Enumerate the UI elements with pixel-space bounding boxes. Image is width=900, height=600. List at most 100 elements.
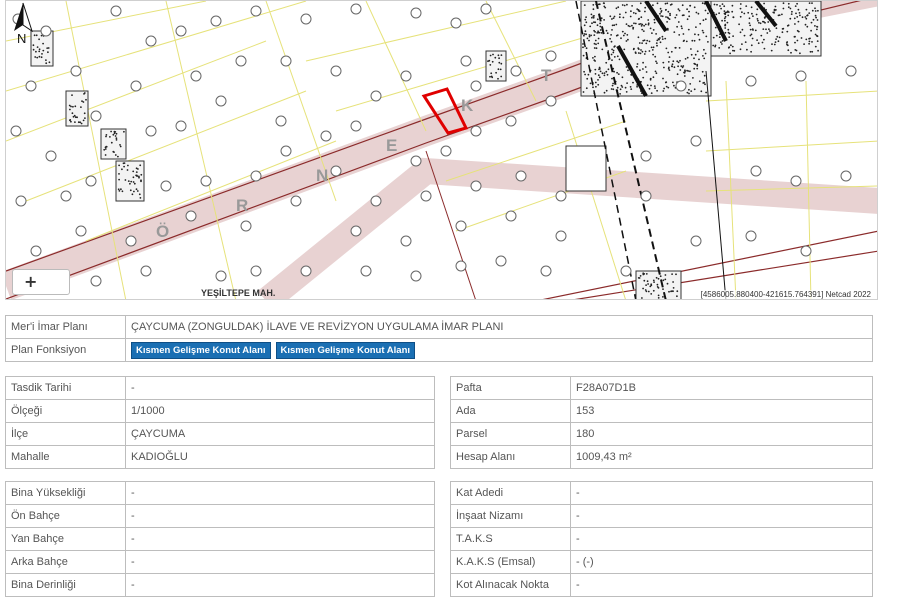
building-dot [721,40,724,42]
building-dot [42,42,44,45]
building-dot [781,13,783,16]
building-dot [682,33,685,35]
row-label: Mahalle [5,445,126,469]
building-dot [751,12,753,15]
parcel-marker [15,195,27,207]
building-dot [791,10,793,13]
building-dot [809,50,812,53]
building-dot [674,16,677,19]
building-dot [763,16,766,19]
building-dot [636,85,638,88]
building-dot [646,84,649,87]
building-dot [673,66,676,69]
building-dot [603,5,606,8]
parcel-marker [370,195,382,207]
building-dot [611,48,613,51]
building-dot [603,91,606,94]
parcel-marker [300,13,312,25]
building-dot [597,79,599,81]
building-dot [585,21,588,24]
building-dot [657,277,660,280]
building-dot [698,38,701,41]
building-dot [84,117,86,119]
building-dot [728,32,731,35]
building-dot [664,278,667,281]
building-dot [690,53,693,56]
zoom-in-button[interactable]: + [12,269,70,295]
building-dot [583,70,585,73]
building-dot [718,36,721,38]
street-letter: R [236,196,248,215]
building-dot [686,18,689,21]
building-dot [672,81,674,84]
row-value: - [570,481,873,505]
building-dot [599,70,602,73]
parcel-marker [210,15,222,27]
building-dot [648,87,651,90]
building-dot [494,56,497,59]
building-dot [610,34,612,36]
table-row: Pafta F28A07D1B [450,376,873,400]
building-dot [642,76,645,79]
building-dot [630,88,633,90]
building-dot [789,17,792,20]
building-dot [750,44,753,47]
building-dot [132,170,135,173]
parcel-marker [130,80,142,92]
building-dot [692,77,694,79]
function-badge[interactable]: Kısmen Gelişme Konut Alanı [275,341,416,359]
building-dot [611,59,613,61]
building-dot [600,32,603,34]
building-dot [118,178,120,181]
parcel-marker [545,95,557,107]
building-dot [653,21,656,24]
parcel-marker [200,175,212,187]
building-dot [498,61,501,64]
building-dot [682,14,685,17]
building-dot [644,66,647,68]
building-dot [669,14,671,17]
building-dot [601,48,604,51]
building-dot [814,10,817,12]
building-dot [114,131,117,133]
parcel-marker [330,165,342,177]
building-dot [719,5,721,7]
building-dot [73,114,76,117]
building-dot [584,73,586,76]
building-dot [690,90,693,92]
building-dot [699,22,702,25]
building-dot [590,34,592,37]
building-dot [794,5,797,7]
map-canvas[interactable]: Ö R N E K T YEŞİLTEPE MAH. [6,1,878,300]
building-dot [649,78,652,81]
building-dot [592,4,595,6]
building-dot [632,26,635,29]
building-dot [681,4,684,7]
building-dot [689,4,691,7]
north-label: N [17,31,26,45]
building-dot [607,68,610,71]
zoning-map[interactable]: Ö R N E K T YEŞİLTEPE MAH. + N [4586005.… [5,0,878,300]
building-dot [704,83,706,86]
building-dot [668,290,670,293]
building-dot [110,130,112,133]
building-dot [105,134,108,136]
building-dot [105,135,107,138]
function-badge[interactable]: Kısmen Gelişme Konut Alanı [131,341,271,359]
building-dot [623,4,626,7]
parcel-marker [110,5,122,17]
building-dot [598,31,601,34]
building-dot [624,86,627,89]
building-dot [648,40,651,43]
building-dot [117,155,119,158]
building-dot [497,77,499,80]
building-dot [642,68,644,70]
building-dot [610,88,613,90]
building-dot [775,27,778,30]
building-dot [662,77,664,80]
building-dot [636,8,639,10]
building-dot [714,44,717,47]
building-dot [597,37,600,40]
building-dot [495,71,497,74]
building-dot [655,72,658,75]
